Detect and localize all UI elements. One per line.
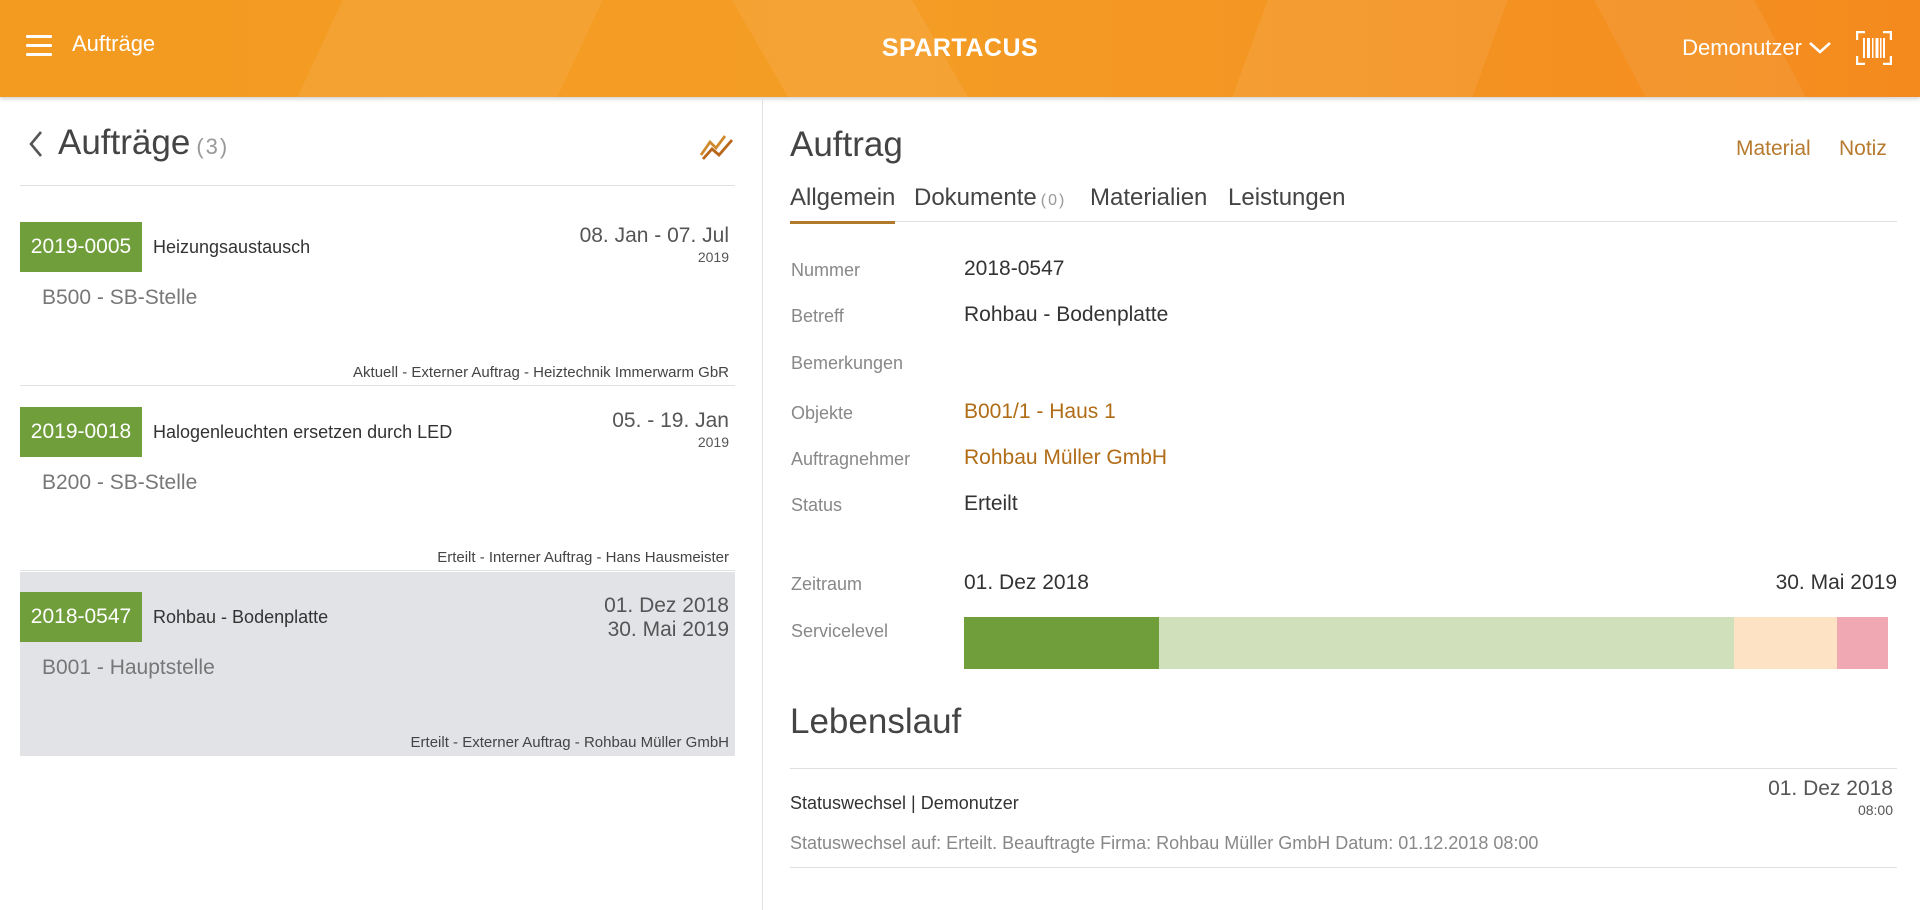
menu-icon[interactable] [26, 35, 52, 57]
tab-leistungen[interactable]: Leistungen [1228, 184, 1345, 221]
objekte-link[interactable]: B001/1 - Haus 1 [964, 400, 1116, 424]
order-subject: Rohbau - Bodenplatte [153, 607, 329, 627]
tab-dokumente[interactable]: Dokumente (0) [914, 184, 1066, 221]
order-meta: Erteilt - Interner Auftrag - Hans Hausme… [437, 549, 729, 566]
servicelevel-segment [1837, 617, 1888, 669]
list-count: (3) [196, 134, 230, 159]
bemerkungen-label: Bemerkungen [791, 353, 904, 373]
servicelevel-segment [1159, 617, 1734, 669]
user-menu[interactable]: Demonutzer [1682, 35, 1832, 61]
header-decoration [731, 0, 969, 97]
top-bar: Aufträge SPARTACUS Demonutzer [0, 0, 1920, 97]
entry-text: Statuswechsel auf: Erteilt. Beauftragte … [790, 833, 1539, 853]
list-header: Aufträge (3) [20, 123, 735, 186]
order-date-end: 30. Mai 2019 [607, 618, 729, 641]
tab-materialien[interactable]: Materialien [1090, 184, 1207, 221]
nummer-value: 2018-0547 [964, 257, 1065, 280]
tab-dokumente-count: (0) [1040, 192, 1067, 209]
tab-dokumente-label: Dokumente [914, 184, 1037, 211]
servicelevel-bar [964, 617, 1888, 669]
order-date-range: 08. Jan - 07. Jul 2019 [580, 224, 729, 266]
menu-title[interactable]: Aufträge [72, 31, 155, 57]
material-link[interactable]: Material [1736, 137, 1811, 161]
order-location: B200 - SB-Stelle [42, 471, 198, 494]
status-value: Erteilt [964, 492, 1018, 515]
entry-date: 01. Dez 2018 [1768, 777, 1893, 800]
header-decoration [1232, 0, 1508, 97]
lebenslauf-entry: Statuswechsel | Demonutzer 01. Dez 2018 0… [790, 768, 1897, 868]
order-location: B500 - SB-Stelle [42, 286, 198, 309]
auftragnehmer-label: Auftragnehmer [791, 449, 911, 469]
tab-allgemein[interactable]: Allgemein [790, 184, 896, 224]
detail-title: Auftrag [790, 125, 903, 164]
objekte-label: Objekte [791, 403, 854, 423]
notiz-link[interactable]: Notiz [1839, 137, 1887, 161]
list-title: Aufträge (3) [58, 123, 229, 163]
nummer-label: Nummer [791, 260, 861, 280]
order-number: 2018-0547 [20, 592, 142, 642]
zeitraum-end: 30. Mai 2019 [1775, 571, 1897, 594]
entry-heading: Statuswechsel | Demonutzer [790, 793, 1019, 813]
servicelevel-segment [964, 617, 1159, 669]
order-location: B001 - Hauptstelle [42, 656, 215, 679]
auftragnehmer-link[interactable]: Rohbau Müller GmbH [964, 446, 1167, 470]
zeitraum-start: 01. Dez 2018 [964, 571, 1089, 594]
betreff-label: Betreff [791, 306, 844, 326]
entry-date-block: 01. Dez 2018 08:00 [1768, 777, 1893, 819]
servicelevel-segment [1734, 617, 1837, 669]
status-label: Status [791, 495, 843, 515]
order-year: 2019 [697, 434, 729, 450]
lebenslauf-title: Lebenslauf [790, 702, 962, 741]
order-date-range: 01. Dez 2018 30. Mai 2019 [604, 594, 729, 642]
order-date: 08. Jan - 07. Jul [579, 224, 729, 247]
order-meta: Erteilt - Externer Auftrag - Rohbau Müll… [410, 734, 729, 751]
servicelevel-label: Servicelevel [791, 621, 889, 641]
order-subject: Heizungsaustausch [153, 237, 311, 257]
zeitraum-label: Zeitraum [791, 574, 863, 594]
order-date-range: 05. - 19. Jan 2019 [612, 409, 729, 451]
back-chevron-icon[interactable] [28, 129, 44, 159]
entry-time: 08:00 [1857, 802, 1893, 818]
order-detail-panel: Auftrag Material Notiz Allgemein Dokumen… [763, 97, 1920, 910]
order-list-item[interactable]: 2019-0018 Halogenleuchten ersetzen durch… [20, 387, 735, 571]
list-title-text: Aufträge [58, 123, 191, 162]
order-meta: Aktuell - Externer Auftrag - Heiztechnik… [353, 364, 729, 381]
order-subject: Halogenleuchten ersetzen durch LED [153, 422, 453, 442]
order-number: 2019-0018 [20, 407, 142, 457]
order-list-item[interactable]: 2019-0005 Heizungsaustausch 08. Jan - 07… [20, 202, 735, 386]
detail-tabs: Allgemein Dokumente (0) Materialien Leist… [790, 184, 1897, 224]
order-year: 2019 [697, 249, 729, 265]
order-date: 01. Dez 2018 [604, 594, 729, 617]
user-name: Demonutzer [1682, 35, 1802, 60]
orders-list-panel: Aufträge (3) 2019-0005 Heizungsaustausch … [0, 97, 763, 910]
betreff-value: Rohbau - Bodenplatte [964, 303, 1169, 326]
chevron-down-icon [1809, 42, 1831, 54]
header-decoration [297, 0, 603, 97]
barcode-scanner-icon[interactable] [1856, 31, 1892, 65]
trend-chart-icon[interactable] [699, 131, 735, 161]
order-number: 2019-0005 [20, 222, 142, 272]
order-list-item-selected[interactable]: 2018-0547 Rohbau - Bodenplatte 01. Dez 2… [20, 572, 735, 756]
order-date: 05. - 19. Jan [612, 409, 729, 432]
